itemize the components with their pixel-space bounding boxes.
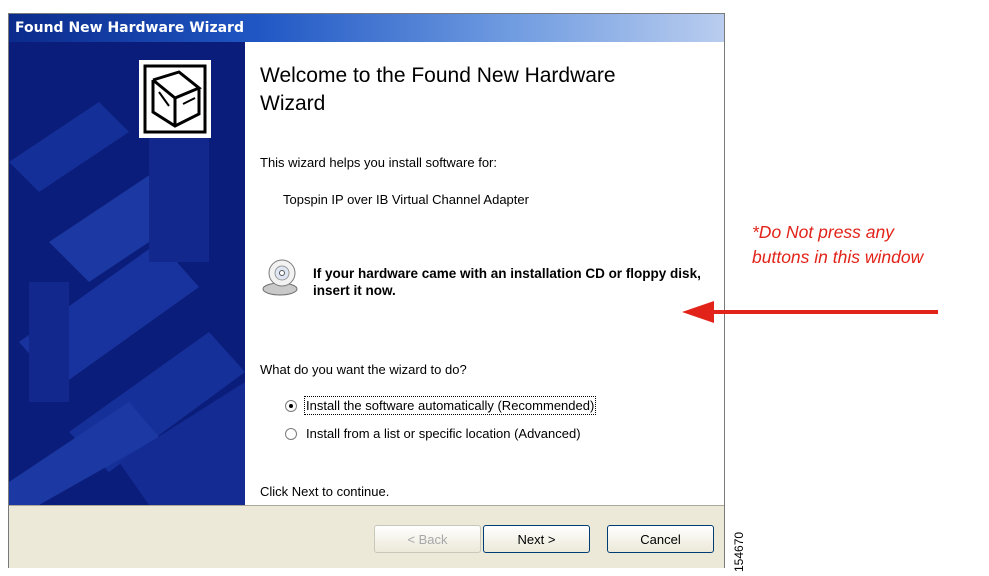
window-title: Found New Hardware Wizard [15, 20, 244, 36]
option-install-automatically[interactable]: Install the software automatically (Reco… [285, 396, 597, 415]
back-button[interactable]: < Back [374, 525, 481, 553]
wizard-content: Welcome to the Found New Hardware Wizard… [245, 42, 724, 505]
device-name: Topspin IP over IB Virtual Channel Adapt… [283, 192, 529, 207]
figure-id: 154670 [732, 531, 746, 572]
wizard-window: Found New Hardware Wizard Welcome to the… [8, 13, 725, 568]
arrow-left-icon [682, 301, 938, 323]
option-install-from-list[interactable]: Install from a list or specific location… [285, 426, 581, 441]
continue-hint: Click Next to continue. [260, 484, 390, 499]
intro-text: This wizard helps you install software f… [260, 155, 497, 170]
page-title: Welcome to the Found New Hardware Wizard [260, 64, 616, 115]
hardware-box-icon [139, 60, 211, 138]
radio-button[interactable] [285, 427, 297, 440]
annotation-line-1: *Do Not press any [752, 222, 895, 242]
cd-drive-icon [260, 257, 300, 297]
annotation-line-2: buttons in this window [752, 247, 924, 267]
cancel-button[interactable]: Cancel [607, 525, 714, 553]
warning-annotation: *Do Not press any buttons in this window [752, 220, 989, 270]
wizard-banner [9, 42, 245, 505]
question-text: What do you want the wizard to do? [260, 362, 467, 377]
next-button[interactable]: Next > [483, 525, 590, 553]
option-label: Install the software automatically (Reco… [303, 396, 597, 415]
cd-prompt: If your hardware came with an installati… [313, 266, 701, 298]
option-label: Install from a list or specific location… [306, 426, 581, 441]
title-bar[interactable]: Found New Hardware Wizard [9, 14, 724, 42]
button-bar: < Back Next > Cancel [9, 505, 724, 568]
radio-button-selected[interactable] [285, 399, 297, 412]
